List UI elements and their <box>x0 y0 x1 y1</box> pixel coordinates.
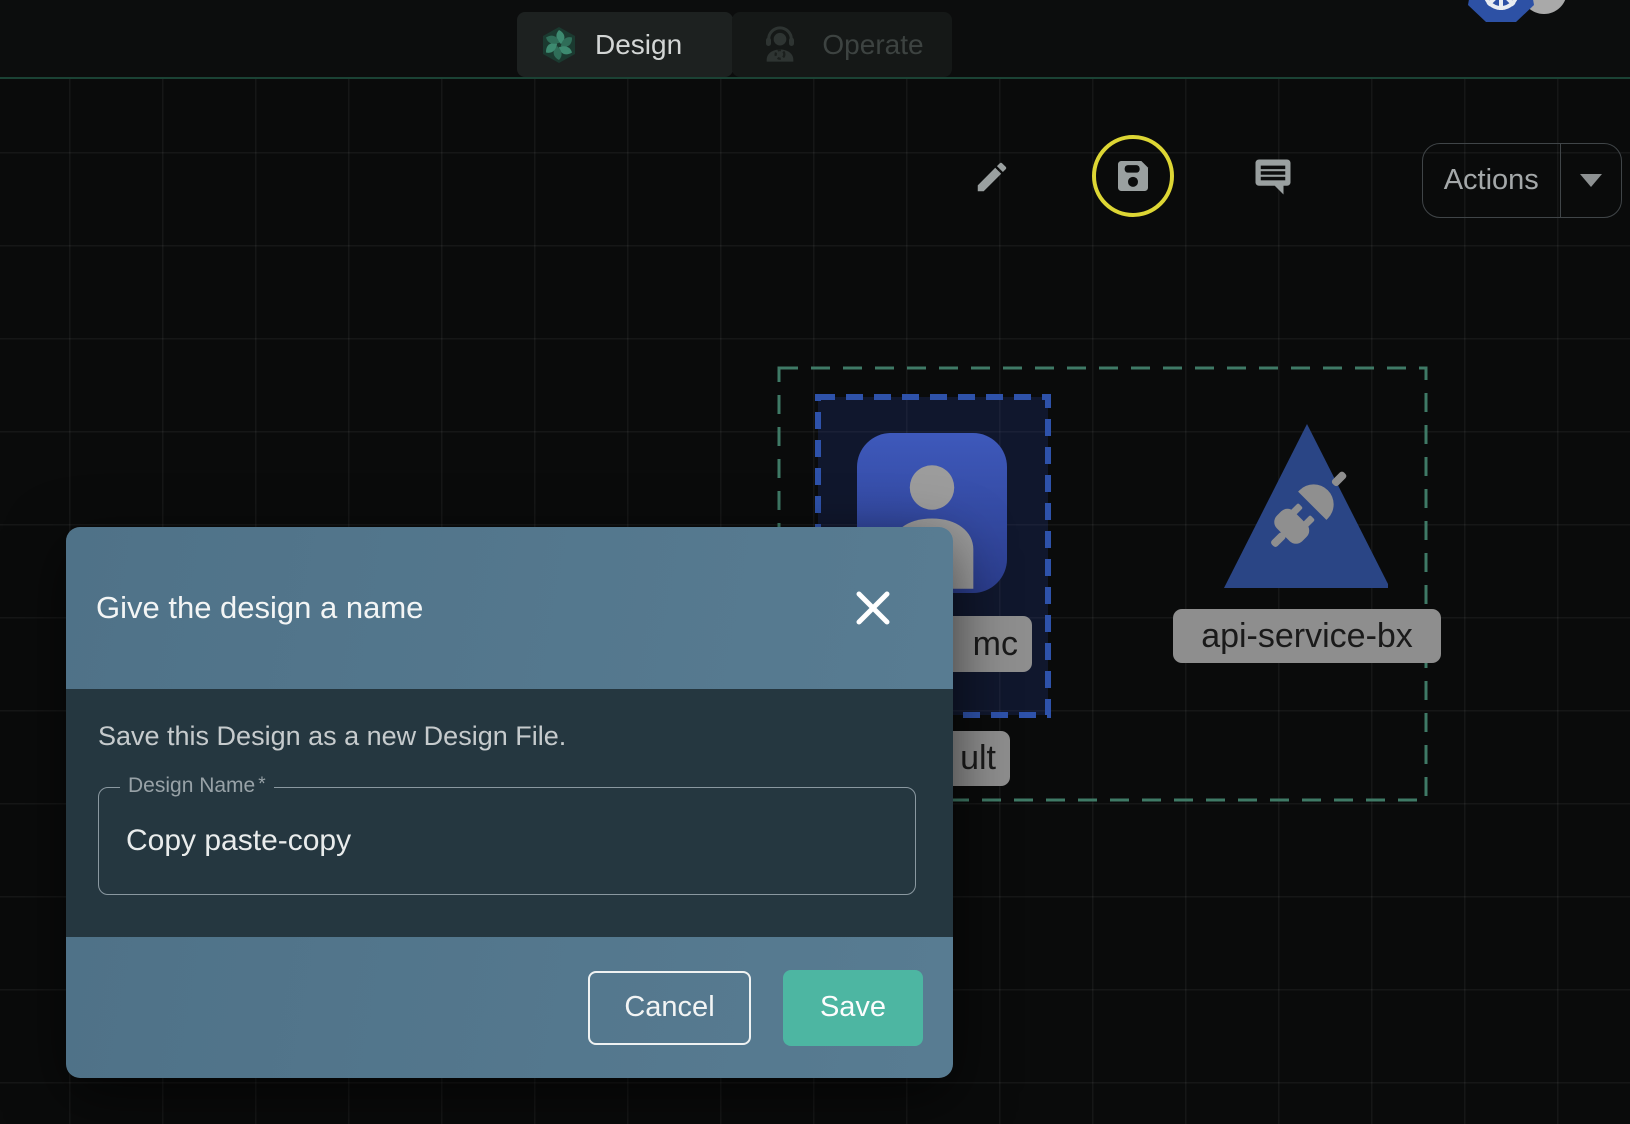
comment-icon[interactable] <box>1252 156 1294 198</box>
chevron-down-icon <box>1580 174 1602 187</box>
cancel-button[interactable]: Cancel <box>588 971 751 1045</box>
triangle-shape <box>1224 424 1388 588</box>
design-name-field: Design Name* <box>98 787 916 895</box>
design-name-input[interactable] <box>99 823 915 859</box>
dialog-title: Give the design a name <box>96 590 423 626</box>
meshery-logo-icon <box>539 25 579 65</box>
dialog-close-button[interactable] <box>849 584 897 632</box>
dialog-footer: Cancel Save <box>66 937 953 1078</box>
actions-dropdown-toggle[interactable] <box>1561 144 1621 217</box>
edit-pencil-icon[interactable] <box>973 158 1011 196</box>
kubernetes-logo-icon[interactable] <box>1466 0 1536 22</box>
dialog-header: Give the design a name <box>66 527 953 689</box>
actions-button[interactable]: Actions <box>1422 143 1622 218</box>
tab-design[interactable]: Design <box>517 12 733 77</box>
operate-headset-icon <box>760 25 800 65</box>
api-service-node-label[interactable]: api-service-bx <box>1173 609 1441 663</box>
top-navigation-bar: Design Operate <box>0 0 1630 79</box>
dialog-body: Save this Design as a new Design File. D… <box>66 689 953 937</box>
dialog-description: Save this Design as a new Design File. <box>98 719 916 753</box>
save-button[interactable]: Save <box>783 970 923 1046</box>
api-service-node[interactable] <box>1224 424 1388 588</box>
save-highlight-ring[interactable] <box>1092 135 1174 217</box>
tab-operate-label: Operate <box>822 29 923 61</box>
close-icon <box>852 587 894 629</box>
actions-button-label[interactable]: Actions <box>1423 144 1560 217</box>
tab-design-label: Design <box>595 29 682 61</box>
design-name-label: Design Name* <box>120 774 274 798</box>
tab-operate[interactable]: Operate <box>732 12 952 77</box>
save-design-dialog: Give the design a name Save this Design … <box>66 527 953 1078</box>
save-floppy-icon <box>1113 156 1153 196</box>
required-asterisk: * <box>258 774 265 795</box>
